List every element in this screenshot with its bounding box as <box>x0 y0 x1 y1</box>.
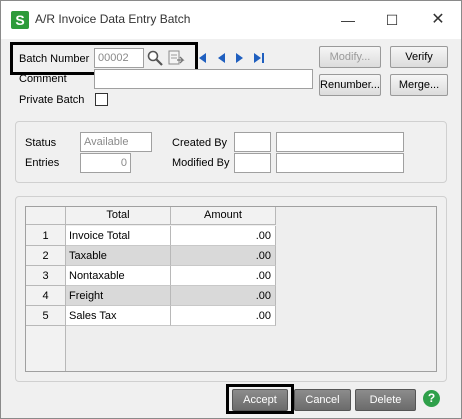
previous-record-icon[interactable] <box>214 49 228 67</box>
comment-field[interactable] <box>94 69 313 89</box>
help-icon[interactable]: ? <box>423 390 440 407</box>
entries-label: Entries <box>25 157 60 169</box>
grid-corner-header <box>26 207 66 225</box>
batch-dialog-window: S A/R Invoice Data Entry Batch — ☐ ✕ Bat… <box>0 0 462 419</box>
cancel-button[interactable]: Cancel <box>294 389 351 411</box>
table-row[interactable]: 3 Nontaxable .00 <box>26 266 276 286</box>
comment-label: Comment <box>19 73 67 85</box>
verify-button[interactable]: Verify <box>390 46 448 68</box>
modified-by-user-field <box>234 153 271 173</box>
total-name-cell: Taxable <box>66 246 171 266</box>
batch-number-field[interactable]: 00002 <box>94 48 144 68</box>
next-record-icon[interactable] <box>233 49 247 67</box>
table-row[interactable]: 5 Sales Tax .00 <box>26 306 276 326</box>
next-batch-document-icon[interactable] <box>167 49 185 67</box>
status-label: Status <box>25 137 57 149</box>
column-header-amount[interactable]: Amount <box>171 207 276 225</box>
row-number: 4 <box>26 286 66 306</box>
amount-cell: .00 <box>171 246 276 266</box>
lookup-magnifier-icon[interactable] <box>146 49 164 67</box>
last-record-icon[interactable] <box>252 49 266 67</box>
maximize-button[interactable]: ☐ <box>379 7 405 33</box>
row-number: 2 <box>26 246 66 266</box>
accept-button[interactable]: Accept <box>232 389 288 411</box>
status-field: Available <box>80 132 152 152</box>
close-window-button[interactable]: ✕ <box>425 7 451 33</box>
amount-cell: .00 <box>171 226 276 246</box>
total-name-cell: Sales Tax <box>66 306 171 326</box>
row-number: 3 <box>26 266 66 286</box>
column-header-total[interactable]: Total <box>66 207 171 225</box>
first-record-icon[interactable] <box>194 49 208 67</box>
amount-cell: .00 <box>171 286 276 306</box>
created-by-label: Created By <box>172 137 228 149</box>
window-title: A/R Invoice Data Entry Batch <box>35 12 191 26</box>
private-batch-checkbox[interactable] <box>95 93 108 106</box>
table-row[interactable]: 4 Freight .00 <box>26 286 276 306</box>
sage-app-icon: S <box>11 11 29 29</box>
private-batch-label: Private Batch <box>19 94 85 106</box>
total-name-cell: Nontaxable <box>66 266 171 286</box>
modified-by-label: Modified By <box>172 157 230 169</box>
renumber-button[interactable]: Renumber... <box>319 74 381 96</box>
title-bar: S A/R Invoice Data Entry Batch — ☐ ✕ <box>1 1 461 39</box>
created-by-user-field <box>234 132 271 152</box>
amount-cell: .00 <box>171 306 276 326</box>
modify-button[interactable]: Modify... <box>319 46 381 68</box>
table-row[interactable]: 1 Invoice Total .00 <box>26 226 276 246</box>
total-name-cell: Invoice Total <box>66 226 171 246</box>
row-number: 5 <box>26 306 66 326</box>
row-number: 1 <box>26 226 66 246</box>
table-row[interactable]: 2 Taxable .00 <box>26 246 276 266</box>
created-by-date-field <box>276 132 404 152</box>
modified-by-date-field <box>276 153 404 173</box>
entries-field: 0 <box>80 153 131 173</box>
batch-info-group <box>15 121 447 183</box>
minimize-button[interactable]: — <box>335 7 361 33</box>
total-name-cell: Freight <box>66 286 171 306</box>
batch-number-label: Batch Number <box>19 53 90 65</box>
totals-grid[interactable]: Total Amount 1 Invoice Total .00 2 Taxab… <box>25 206 437 372</box>
amount-cell: .00 <box>171 266 276 286</box>
delete-button[interactable]: Delete <box>355 389 416 411</box>
merge-button[interactable]: Merge... <box>390 74 448 96</box>
